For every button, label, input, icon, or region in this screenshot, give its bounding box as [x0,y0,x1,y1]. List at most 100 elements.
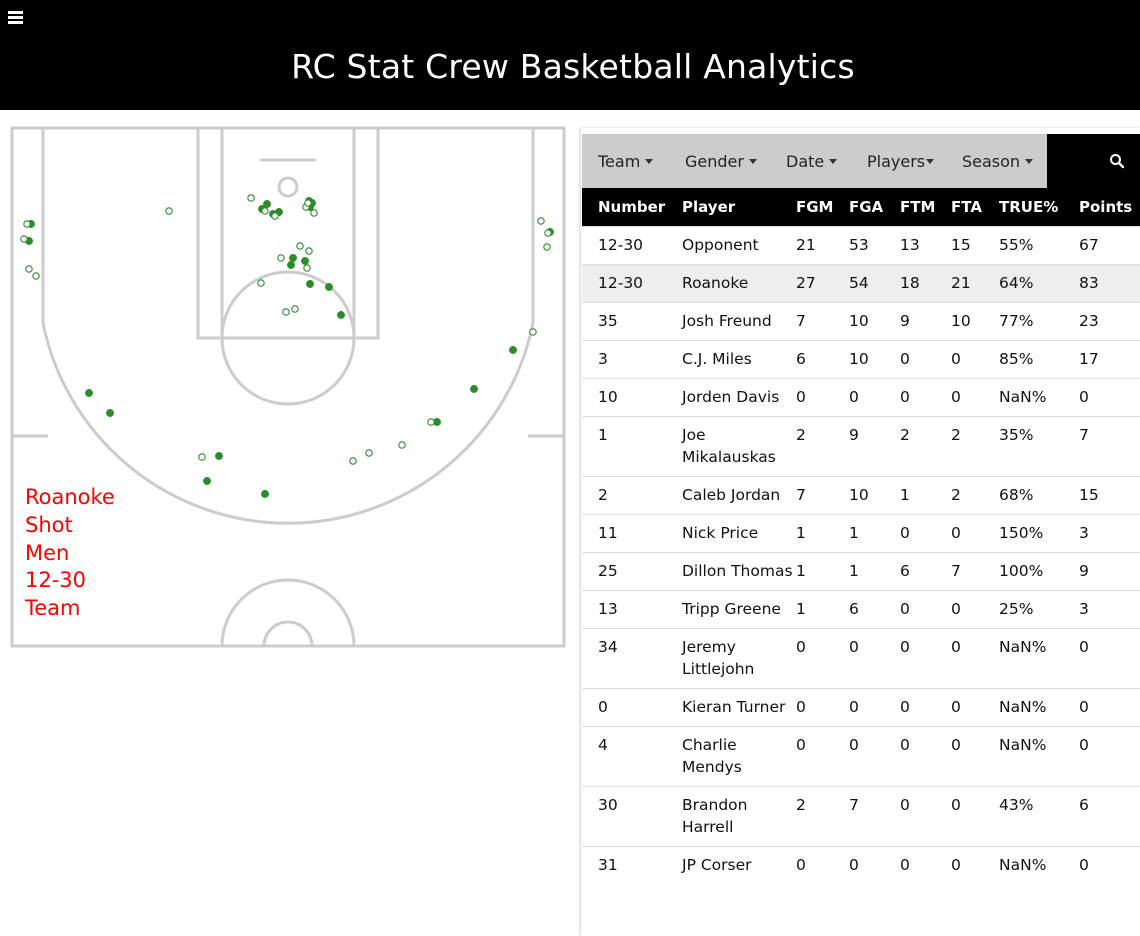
table-cell: Dillon Thomas [682,552,796,591]
column-header[interactable]: Number [582,188,682,227]
missed-shot-marker [261,207,269,215]
made-shot-marker [306,280,314,288]
table-row[interactable]: 13 Tripp Greene 1 6 0 0 25% 3 [582,590,1140,629]
table-cell: Jeremy Littlejohn [682,628,796,689]
made-shot-marker [470,385,478,393]
missed-shot-marker [529,328,537,336]
table-cell: 15 [1079,476,1140,515]
missed-shot-marker [310,209,318,217]
column-header[interactable]: FTA [951,188,999,227]
column-header[interactable]: TRUE% [999,188,1079,227]
rim [277,176,299,198]
table-cell: 1 [796,590,849,629]
table-cell: 7 [796,302,849,341]
date-filter[interactable]: Date [786,152,838,172]
table-row[interactable]: 12-30 Roanoke 27 54 18 21 64% 83 [582,264,1140,303]
table-cell: Caleb Jordan [682,476,796,515]
table-cell: 3 [582,340,682,379]
table-cell: 23 [1079,302,1140,341]
table-cell: C.J. Miles [682,340,796,379]
table-cell: 10 [849,302,900,341]
table-cell: 21 [796,226,849,265]
missed-shot-marker [32,272,40,280]
table-cell: 2 [796,416,849,477]
table-cell: 7 [1079,416,1140,477]
hamburger-icon[interactable] [8,9,24,25]
table-cell: 67 [1079,226,1140,265]
table-cell: NaN% [999,688,1079,727]
table-row[interactable]: 12-30 Opponent 21 53 13 15 55% 67 [582,226,1140,265]
table-cell: 6 [1079,786,1140,847]
table-cell: Roanoke [682,264,796,303]
table-cell: NaN% [999,378,1079,417]
table-cell: 54 [849,264,900,303]
table-cell: 6 [796,340,849,379]
table-cell: 11 [582,514,682,553]
table-cell: 0 [796,726,849,787]
center-circle-outer [220,578,356,647]
table-row[interactable]: 4 Charlie Mendys 0 0 0 0 NaN% 0 [582,726,1140,787]
table-cell: 1 [900,476,951,515]
made-shot-marker [203,477,211,485]
table-cell: 0 [900,628,951,689]
table-cell: Nick Price [682,514,796,553]
table-cell: 0 [900,340,951,379]
table-cell: 7 [849,786,900,847]
team-filter[interactable]: Team [598,152,654,172]
table-cell: Opponent [682,226,796,265]
search-icon[interactable] [1109,153,1125,169]
made-shot-marker [325,283,333,291]
table-row[interactable]: 34 Jeremy Littlejohn 0 0 0 0 NaN% 0 [582,628,1140,689]
table-cell: NaN% [999,628,1079,689]
table-row[interactable]: 25 Dillon Thomas 1 1 6 7 100% 9 [582,552,1140,591]
table-row[interactable]: 0 Kieran Turner 0 0 0 0 NaN% 0 [582,688,1140,727]
column-header[interactable]: FGA [849,188,900,227]
table-cell: 27 [796,264,849,303]
missed-shot-marker [303,264,311,272]
table-cell: NaN% [999,726,1079,787]
table-cell: 0 [951,786,999,847]
missed-shot-marker [296,242,304,250]
table-cell: 15 [951,226,999,265]
table-row[interactable]: 11 Nick Price 1 1 0 0 150% 3 [582,514,1140,553]
season-filter[interactable]: Season [962,152,1034,172]
table-cell: 1 [796,514,849,553]
table-cell: 0 [849,846,900,884]
table-cell: 4 [582,726,682,787]
table-cell: 10 [849,340,900,379]
missed-shot-marker [277,254,285,262]
table-cell: 2 [796,786,849,847]
table-row[interactable]: 10 Jorden Davis 0 0 0 0 NaN% 0 [582,378,1140,417]
column-header[interactable]: Player [682,188,796,227]
missed-shot-marker [304,199,312,207]
missed-shot-marker [271,212,279,220]
missed-shot-marker [398,441,406,449]
missed-shot-marker [23,220,31,228]
table-cell: 12-30 [582,226,682,265]
table-row[interactable]: 1 Joe Mikalauskas 2 9 2 2 35% 7 [582,416,1140,477]
missed-shot-marker [349,457,357,465]
made-shot-marker [85,389,93,397]
court-label-type: Shot [25,512,73,537]
table-cell: 43% [999,786,1079,847]
players-filter[interactable]: Players [867,152,935,172]
table-cell: 17 [1079,340,1140,379]
table-cell: 0 [1079,688,1140,727]
table-row[interactable]: 31 JP Corser 0 0 0 0 NaN% 0 [582,846,1140,884]
table-cell: 0 [951,340,999,379]
missed-shot-marker [257,279,265,287]
table-row[interactable]: 3 C.J. Miles 6 10 0 0 85% 17 [582,340,1140,379]
table-cell: 0 [900,726,951,787]
table-cell: 1 [796,552,849,591]
gender-filter[interactable]: Gender [685,152,757,172]
column-header[interactable]: FGM [796,188,849,227]
table-cell: NaN% [999,846,1079,884]
column-header[interactable]: FTM [900,188,951,227]
table-row[interactable]: 2 Caleb Jordan 7 10 1 2 68% 15 [582,476,1140,515]
table-cell: 35 [582,302,682,341]
column-header[interactable]: Points [1079,188,1140,227]
table-row[interactable]: 35 Josh Freund 7 10 9 10 77% 23 [582,302,1140,341]
table-cell: 0 [900,846,951,884]
table-cell: JP Corser [682,846,796,884]
table-row[interactable]: 30 Brandon Harrell 2 7 0 0 43% 6 [582,786,1140,847]
